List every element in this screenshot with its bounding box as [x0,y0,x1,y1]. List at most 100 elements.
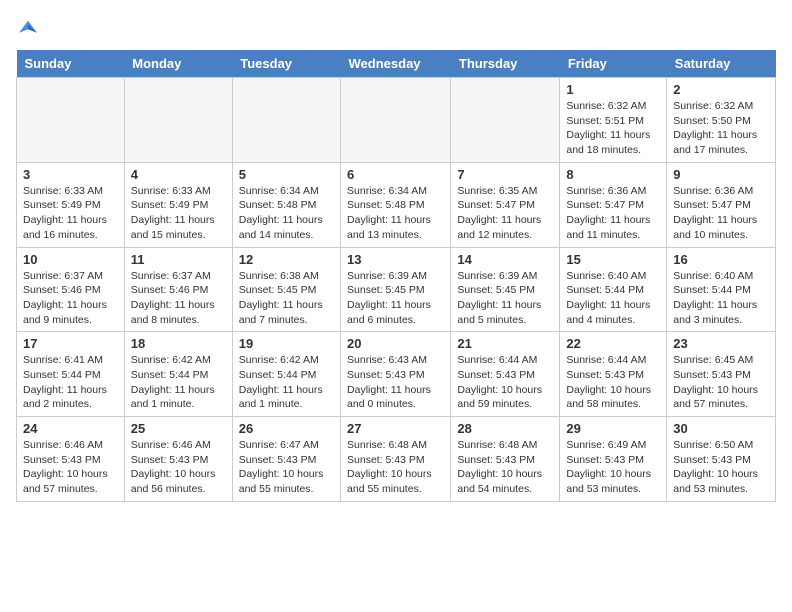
calendar-week-row: 1Sunrise: 6:32 AM Sunset: 5:51 PM Daylig… [17,78,776,163]
calendar-cell [124,78,232,163]
calendar-week-row: 10 Sunrise: 6:37 AM Sunset: 5:46 PM Dayli… [17,247,776,332]
calendar-cell: 20 Sunrise: 6:43 AM Sunset: 5:43 PM Dayli… [341,332,451,417]
day-number: 29 [566,421,660,436]
calendar-week-row: 3Sunrise: 6:33 AM Sunset: 5:49 PM Daylig… [17,162,776,247]
day-number: 12 [239,252,334,267]
day-info: Sunrise: 6:35 AM Sunset: 5:47 PM Dayligh… [457,184,553,243]
calendar-cell: 14Sunrise: 6:39 AM Sunset: 5:45 PM Dayli… [451,247,560,332]
calendar-cell: 2 Sunrise: 6:32 AM Sunset: 5:50 PM Daylig… [667,78,776,163]
day-number: 26 [239,421,334,436]
calendar-cell [17,78,125,163]
day-number: 19 [239,336,334,351]
day-number: 11 [131,252,226,267]
day-info: Sunrise: 6:32 AM Sunset: 5:50 PM Dayligh… [673,99,769,158]
calendar-cell: 24 Sunrise: 6:46 AM Sunset: 5:43 PM Dayli… [17,417,125,502]
day-number: 30 [673,421,769,436]
calendar-cell: 3Sunrise: 6:33 AM Sunset: 5:49 PM Daylig… [17,162,125,247]
calendar-cell: 30 Sunrise: 6:50 AM Sunset: 5:43 PM Dayli… [667,417,776,502]
day-info: Sunrise: 6:44 AM Sunset: 5:43 PM Dayligh… [457,353,553,412]
day-info: Sunrise: 6:39 AM Sunset: 5:45 PM Dayligh… [347,269,444,328]
day-number: 4 [131,167,226,182]
calendar-cell: 19Sunrise: 6:42 AM Sunset: 5:44 PM Dayli… [232,332,340,417]
calendar-cell: 13 Sunrise: 6:39 AM Sunset: 5:45 PM Dayli… [341,247,451,332]
day-number: 10 [23,252,118,267]
calendar-cell: 5 Sunrise: 6:34 AM Sunset: 5:48 PM Daylig… [232,162,340,247]
day-number: 5 [239,167,334,182]
calendar-table: SundayMondayTuesdayWednesdayThursdayFrid… [16,50,776,502]
day-info: Sunrise: 6:38 AM Sunset: 5:45 PM Dayligh… [239,269,334,328]
logo-bird-icon [16,16,40,40]
day-number: 16 [673,252,769,267]
day-info: Sunrise: 6:42 AM Sunset: 5:44 PM Dayligh… [131,353,226,412]
column-header-monday: Monday [124,50,232,78]
calendar-cell: 10 Sunrise: 6:37 AM Sunset: 5:46 PM Dayli… [17,247,125,332]
calendar-cell: 17 Sunrise: 6:41 AM Sunset: 5:44 PM Dayli… [17,332,125,417]
day-info: Sunrise: 6:33 AM Sunset: 5:49 PM Dayligh… [131,184,226,243]
calendar-cell: 29 Sunrise: 6:49 AM Sunset: 5:43 PM Dayli… [560,417,667,502]
calendar-cell: 15 Sunrise: 6:40 AM Sunset: 5:44 PM Dayli… [560,247,667,332]
calendar-cell: 1Sunrise: 6:32 AM Sunset: 5:51 PM Daylig… [560,78,667,163]
day-info: Sunrise: 6:34 AM Sunset: 5:48 PM Dayligh… [239,184,334,243]
day-number: 22 [566,336,660,351]
calendar-cell: 12 Sunrise: 6:38 AM Sunset: 5:45 PM Dayli… [232,247,340,332]
calendar-cell [232,78,340,163]
day-number: 6 [347,167,444,182]
calendar-cell: 7 Sunrise: 6:35 AM Sunset: 5:47 PM Daylig… [451,162,560,247]
calendar-cell: 28 Sunrise: 6:48 AM Sunset: 5:43 PM Dayli… [451,417,560,502]
day-number: 2 [673,82,769,97]
calendar-cell: 21 Sunrise: 6:44 AM Sunset: 5:43 PM Dayli… [451,332,560,417]
day-info: Sunrise: 6:37 AM Sunset: 5:46 PM Dayligh… [23,269,118,328]
page-header [16,16,776,40]
day-info: Sunrise: 6:39 AM Sunset: 5:45 PM Dayligh… [457,269,553,328]
calendar-cell [451,78,560,163]
calendar-cell [341,78,451,163]
day-info: Sunrise: 6:36 AM Sunset: 5:47 PM Dayligh… [566,184,660,243]
day-number: 7 [457,167,553,182]
day-info: Sunrise: 6:37 AM Sunset: 5:46 PM Dayligh… [131,269,226,328]
calendar-cell: 4 Sunrise: 6:33 AM Sunset: 5:49 PM Daylig… [124,162,232,247]
day-number: 23 [673,336,769,351]
day-number: 27 [347,421,444,436]
day-info: Sunrise: 6:41 AM Sunset: 5:44 PM Dayligh… [23,353,118,412]
column-header-wednesday: Wednesday [341,50,451,78]
day-number: 25 [131,421,226,436]
day-number: 1 [566,82,660,97]
calendar-cell: 26 Sunrise: 6:47 AM Sunset: 5:43 PM Dayli… [232,417,340,502]
column-header-friday: Friday [560,50,667,78]
calendar-cell: 23 Sunrise: 6:45 AM Sunset: 5:43 PM Dayli… [667,332,776,417]
day-number: 13 [347,252,444,267]
day-info: Sunrise: 6:48 AM Sunset: 5:43 PM Dayligh… [347,438,444,497]
day-info: Sunrise: 6:46 AM Sunset: 5:43 PM Dayligh… [23,438,118,497]
calendar-cell: 11 Sunrise: 6:37 AM Sunset: 5:46 PM Dayli… [124,247,232,332]
day-number: 8 [566,167,660,182]
day-info: Sunrise: 6:43 AM Sunset: 5:43 PM Dayligh… [347,353,444,412]
day-info: Sunrise: 6:48 AM Sunset: 5:43 PM Dayligh… [457,438,553,497]
day-info: Sunrise: 6:45 AM Sunset: 5:43 PM Dayligh… [673,353,769,412]
calendar-cell: 8 Sunrise: 6:36 AM Sunset: 5:47 PM Daylig… [560,162,667,247]
column-header-thursday: Thursday [451,50,560,78]
logo [16,16,44,40]
day-number: 28 [457,421,553,436]
calendar-cell: 9 Sunrise: 6:36 AM Sunset: 5:47 PM Daylig… [667,162,776,247]
calendar-cell: 27 Sunrise: 6:48 AM Sunset: 5:43 PM Dayli… [341,417,451,502]
day-info: Sunrise: 6:36 AM Sunset: 5:47 PM Dayligh… [673,184,769,243]
day-info: Sunrise: 6:34 AM Sunset: 5:48 PM Dayligh… [347,184,444,243]
day-info: Sunrise: 6:40 AM Sunset: 5:44 PM Dayligh… [566,269,660,328]
calendar-week-row: 24 Sunrise: 6:46 AM Sunset: 5:43 PM Dayli… [17,417,776,502]
calendar-cell: 6 Sunrise: 6:34 AM Sunset: 5:48 PM Daylig… [341,162,451,247]
day-number: 24 [23,421,118,436]
calendar-week-row: 17 Sunrise: 6:41 AM Sunset: 5:44 PM Dayli… [17,332,776,417]
calendar-cell: 16Sunrise: 6:40 AM Sunset: 5:44 PM Dayli… [667,247,776,332]
calendar-cell: 18Sunrise: 6:42 AM Sunset: 5:44 PM Dayli… [124,332,232,417]
day-info: Sunrise: 6:49 AM Sunset: 5:43 PM Dayligh… [566,438,660,497]
calendar-header-row: SundayMondayTuesdayWednesdayThursdayFrid… [17,50,776,78]
day-number: 9 [673,167,769,182]
column-header-saturday: Saturday [667,50,776,78]
day-number: 21 [457,336,553,351]
day-number: 17 [23,336,118,351]
day-number: 20 [347,336,444,351]
day-info: Sunrise: 6:47 AM Sunset: 5:43 PM Dayligh… [239,438,334,497]
day-info: Sunrise: 6:50 AM Sunset: 5:43 PM Dayligh… [673,438,769,497]
day-number: 15 [566,252,660,267]
column-header-sunday: Sunday [17,50,125,78]
